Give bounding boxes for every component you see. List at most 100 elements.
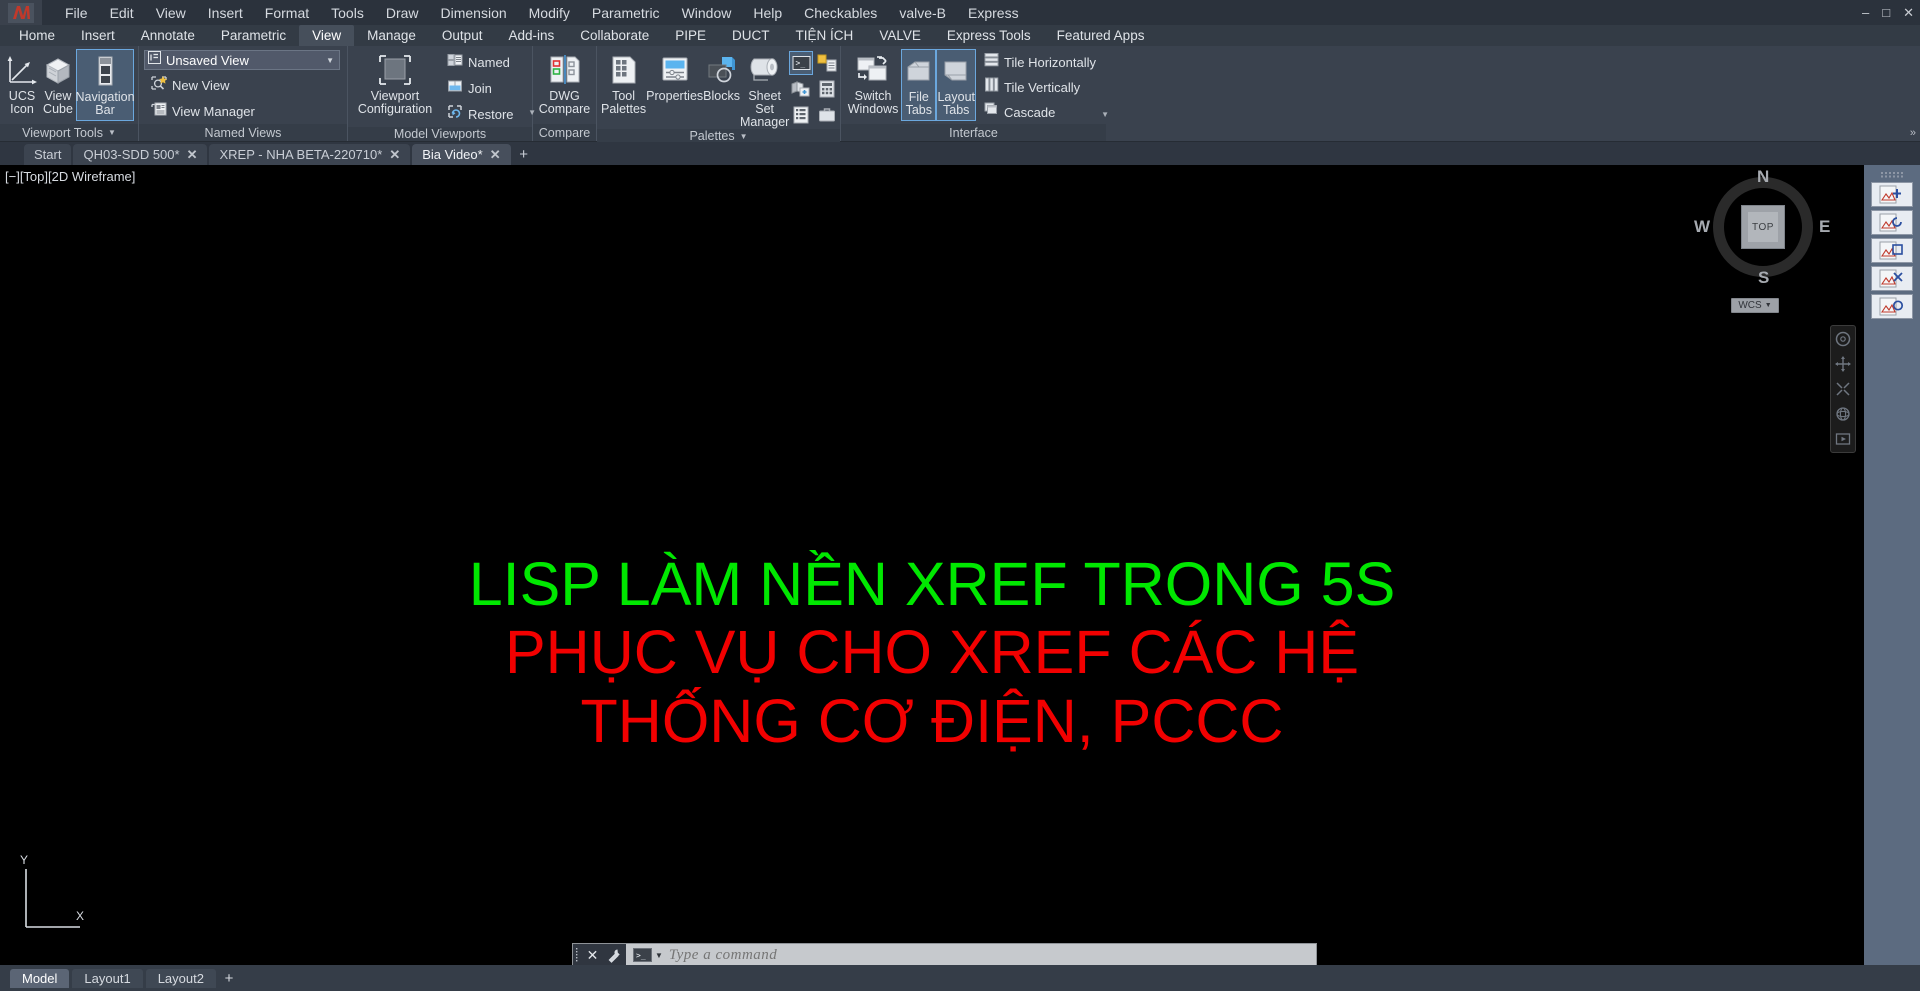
xref-attach-icon-2[interactable] (1871, 210, 1913, 235)
close-button[interactable]: ✕ (1903, 6, 1914, 19)
tab-collaborate[interactable]: Collaborate (567, 25, 662, 46)
pan-icon[interactable] (1833, 354, 1853, 374)
menu-item-valve-b[interactable]: valve-B (888, 3, 957, 23)
palette-grip[interactable] (1871, 171, 1913, 179)
dwg-compare-button[interactable]: DWG Compare (537, 49, 592, 121)
ucs-icon-button[interactable]: UCS Icon (4, 49, 40, 121)
named-view-dropdown[interactable]: Unsaved View ▼ (144, 50, 340, 70)
materials-browser-icon[interactable] (815, 103, 839, 127)
close-icon[interactable]: ✕ (389, 147, 400, 163)
wcs-selector[interactable]: WCS ▼ (1731, 298, 1779, 313)
view-cube-top-face[interactable]: TOP (1741, 205, 1785, 249)
tab-view[interactable]: View (299, 25, 355, 46)
drawing-canvas[interactable]: [−][Top][2D Wireframe] LISP LÀM NỀN XREF… (0, 165, 1864, 965)
blocks-button[interactable]: Blocks (703, 49, 740, 121)
tab-annotate[interactable]: Annotate (128, 25, 208, 46)
command-line-grip[interactable] (573, 944, 582, 966)
close-icon[interactable]: ✕ (582, 944, 603, 966)
autocad-logo[interactable] (0, 0, 42, 25)
view-cube-south-label[interactable]: S (1758, 268, 1769, 288)
file-tab-qh03-sdd-500[interactable]: QH03-SDD 500* ✕ (73, 144, 208, 165)
panel-title-palettes[interactable]: Palettes ▼ (597, 129, 840, 143)
properties-button[interactable]: Properties (646, 49, 703, 121)
full-navigation-wheel-icon[interactable] (1833, 329, 1853, 349)
tile-horizontally-button[interactable]: Tile Horizontally (981, 50, 1102, 74)
file-tab-xrep-nha-beta-220710[interactable]: XREP - NHA BETA-220710* ✕ (209, 144, 411, 165)
tab-manage[interactable]: Manage (354, 25, 429, 46)
menu-item-insert[interactable]: Insert (197, 3, 254, 23)
command-prompt-icon[interactable]: >_ (632, 947, 653, 963)
menu-item-view[interactable]: View (145, 3, 197, 23)
tab-express-tools[interactable]: Express Tools (934, 25, 1044, 46)
join-viewport-button[interactable]: Join (444, 76, 520, 101)
layout-tab-layout2[interactable]: Layout2 (145, 968, 216, 988)
view-cube-button[interactable]: View Cube (40, 49, 76, 121)
file-tab-start[interactable]: Start (24, 144, 72, 165)
tab-output[interactable]: Output (429, 25, 496, 46)
tab-valve[interactable]: VALVE (866, 25, 934, 46)
menu-item-window[interactable]: Window (671, 3, 743, 23)
minimize-button[interactable]: – (1862, 6, 1869, 19)
tab-parametric[interactable]: Parametric (208, 25, 299, 46)
new-layout-button[interactable]: + (219, 969, 239, 988)
view-cube-east-label[interactable]: E (1819, 217, 1830, 237)
xref-attach-icon-5[interactable] (1871, 294, 1913, 319)
command-line-icon[interactable]: >_ (789, 51, 814, 75)
menu-item-file[interactable]: File (54, 3, 99, 23)
external-references-icon[interactable] (789, 77, 813, 101)
xref-attach-icon-3[interactable] (1871, 238, 1913, 263)
markup-set-manager-icon[interactable] (789, 103, 813, 127)
chevron-down-icon[interactable]: ▼ (1101, 110, 1109, 119)
tab-add-ins[interactable]: Add-ins (495, 25, 567, 46)
menu-item-modify[interactable]: Modify (518, 3, 581, 23)
switch-windows-button[interactable]: Switch Windows ▼ (845, 49, 1109, 121)
navigation-bar[interactable] (1830, 325, 1856, 453)
new-view-button[interactable]: New View (148, 73, 261, 98)
menu-item-parametric[interactable]: Parametric (581, 3, 671, 23)
tile-vertically-button[interactable]: Tile Vertically (981, 75, 1102, 99)
menu-item-tools[interactable]: Tools (320, 3, 375, 23)
menu-item-dimension[interactable]: Dimension (430, 3, 518, 23)
file-tabs-button[interactable]: File Tabs (901, 49, 937, 121)
tab-tien-ich[interactable]: TIỆN ÍCH (783, 25, 867, 46)
menu-item-draw[interactable]: Draw (375, 3, 430, 23)
design-center-icon[interactable] (815, 51, 839, 75)
tool-palettes-button[interactable]: Tool Palettes (601, 49, 646, 121)
close-icon[interactable]: ✕ (187, 147, 198, 163)
tab-home[interactable]: Home (6, 25, 68, 46)
menu-item-express[interactable]: Express (957, 3, 1030, 23)
restore-viewport-button[interactable]: Restore (444, 102, 520, 127)
named-viewport-button[interactable]: Named (444, 50, 520, 75)
close-icon[interactable]: ✕ (490, 147, 501, 163)
quick-calc-icon[interactable] (815, 77, 839, 101)
new-tab-button[interactable]: + (513, 144, 535, 165)
menu-item-format[interactable]: Format (254, 3, 320, 23)
xref-attach-icon-4[interactable] (1871, 266, 1913, 291)
navigation-bar-button[interactable]: Navigation Bar (75, 49, 135, 121)
view-cube-west-label[interactable]: W (1694, 217, 1710, 237)
right-palette-strip[interactable] (1864, 165, 1920, 965)
sheet-set-manager-button[interactable]: Sheet Set Manager (740, 49, 789, 129)
file-tab-bia-video[interactable]: Bia Video* ✕ (412, 144, 511, 165)
command-input[interactable] (668, 946, 1316, 964)
maximize-button[interactable]: □ (1882, 6, 1890, 19)
tab-duct[interactable]: DUCT (719, 25, 783, 46)
menu-item-edit[interactable]: Edit (99, 3, 145, 23)
cascade-button[interactable]: Cascade (981, 100, 1102, 124)
chevron-down-icon[interactable]: ▼ (655, 951, 663, 960)
view-cube-north-label[interactable]: N (1757, 167, 1769, 187)
view-manager-button[interactable]: View Manager (148, 99, 261, 124)
wrench-icon[interactable] (603, 944, 626, 966)
layout-tab-layout1[interactable]: Layout1 (72, 968, 143, 988)
tab-featured-apps[interactable]: Featured Apps (1044, 25, 1158, 46)
viewport-label[interactable]: [−][Top][2D Wireframe] (5, 169, 135, 184)
zoom-extents-icon[interactable] (1833, 379, 1853, 399)
viewport-configuration-button[interactable]: Viewport Configuration ▼ (352, 49, 536, 121)
tab-insert[interactable]: Insert (68, 25, 128, 46)
view-cube[interactable]: N S W E TOP WCS ▼ (1694, 167, 1830, 336)
command-line[interactable]: ✕ >_ ▼ (572, 943, 1317, 967)
orbit-icon[interactable] (1833, 404, 1853, 424)
panel-title-viewport-tools[interactable]: Viewport Tools ▼ (0, 124, 138, 141)
layout-tabs-button[interactable]: Layout Tabs (936, 49, 976, 121)
layout-tab-model[interactable]: Model (10, 968, 70, 988)
